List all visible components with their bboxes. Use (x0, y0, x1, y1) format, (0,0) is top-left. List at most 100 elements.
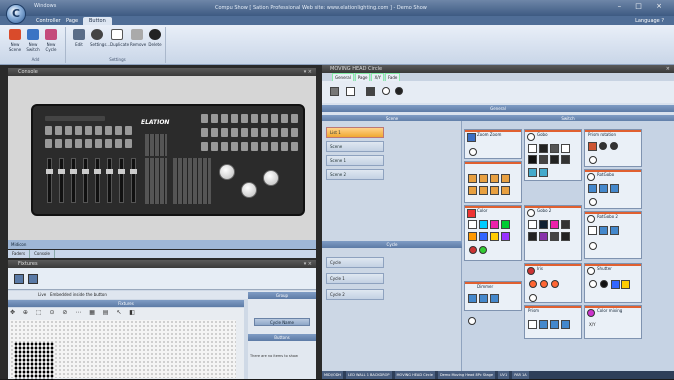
switch-box-zoom[interactable]: Zoom Zoom (464, 129, 522, 159)
toggle-icon[interactable] (529, 294, 537, 302)
close-icon[interactable]: ▾ × (304, 260, 312, 268)
black-circle-icon[interactable] (395, 87, 403, 95)
grid-icon[interactable] (366, 87, 375, 96)
fader[interactable] (70, 158, 77, 203)
scene-item[interactable]: Scene 1 (326, 155, 384, 166)
app-menu-button[interactable]: C (6, 4, 26, 24)
switch-box-rotgobo2[interactable]: RotGobo 2 (584, 211, 642, 259)
console-panel-header: Console ▾ × (8, 68, 316, 76)
knob[interactable] (241, 182, 257, 198)
close-icon[interactable]: × (666, 65, 670, 73)
layout-icon[interactable] (14, 274, 24, 284)
taskbar-item[interactable]: PAR 1A (512, 371, 529, 379)
fixtures-section-label: Fixtures (8, 300, 244, 307)
toggle-icon[interactable] (589, 156, 597, 164)
tab-faders[interactable]: Faders (8, 250, 31, 258)
fader[interactable] (82, 158, 89, 203)
switch-box-color[interactable]: Color (464, 205, 522, 261)
switch-box-effects[interactable] (464, 161, 522, 203)
taskbar-item[interactable]: UV1 (498, 371, 510, 379)
cycle-icon (45, 29, 57, 40)
buttons-section-label: Buttons (248, 334, 316, 341)
fixtures-panel-header: Fixtures ▾ × (8, 260, 316, 268)
language-menu[interactable]: Language ? (635, 18, 664, 24)
moving-head-header: MOVING HEAD Circle × (322, 65, 674, 73)
remove-icon (131, 29, 143, 40)
fader[interactable] (118, 158, 125, 203)
ribbon: New Scene New Switch New Cycle Add Edit … (0, 25, 674, 65)
scene-item[interactable]: Scene (326, 141, 384, 152)
new-scene-button[interactable]: New Scene (8, 29, 22, 52)
toggle-icon[interactable] (469, 148, 477, 156)
switch-box-gobo2[interactable]: Gobo 2 (524, 205, 582, 261)
edit-button[interactable]: Edit (72, 29, 86, 47)
gear-icon (91, 29, 103, 40)
layout-icon[interactable] (330, 87, 339, 96)
delete-button[interactable]: Delete (148, 29, 162, 47)
switch-box-color-mixing[interactable]: Color mixing X/Y (584, 305, 642, 339)
remove-button[interactable]: Remove (130, 29, 146, 47)
knob[interactable] (219, 164, 235, 180)
switch-box-dimmer[interactable]: Dimmer (464, 281, 522, 311)
fixture-tools[interactable]: ✥ ⊕ ⬚ ⊙ ⊘ ⋯ ▦ ▤ ↖ ◧ (10, 309, 138, 317)
cycle-name-field[interactable]: Cycle Name (254, 318, 310, 326)
cycle-item[interactable]: Cycle 2 (326, 289, 384, 300)
device-display (45, 116, 105, 121)
fixture-selection[interactable] (14, 342, 54, 380)
taskbar-item[interactable]: MOVING HEAD Circle (394, 371, 435, 379)
zoom-icon (467, 133, 476, 142)
close-icon[interactable]: ▾ × (304, 68, 312, 76)
title-bar: Windows Compu Show [ Sation Professional… (0, 0, 674, 16)
gobo-icon (587, 215, 595, 223)
toggle-icon[interactable] (589, 198, 597, 206)
taskbar-item[interactable]: Demo Moving Head 8Pc Stage (437, 371, 495, 379)
fixture-grid[interactable] (10, 320, 236, 380)
window-controls[interactable]: – □ × (618, 2, 668, 10)
duplicate-button[interactable]: Duplicate (110, 29, 129, 47)
ribbon-group-new: New Scene New Switch New Cycle Add (6, 27, 66, 63)
settings-button[interactable]: Settings... (90, 29, 110, 47)
fixtures-grid-panel: ✥ ⊕ ⬚ ⊙ ⊘ ⋯ ▦ ▤ ↖ ◧ (8, 308, 244, 380)
switch-box-prism[interactable]: Prism (524, 305, 582, 339)
switch-box-shutter[interactable]: Shutter (584, 263, 642, 303)
button-row (201, 114, 298, 123)
switch-box-prism-rotation[interactable]: Prism rotation (584, 129, 642, 167)
taskbar-item[interactable]: LED WALL 1 BACKDROP (346, 371, 392, 379)
button-row (201, 128, 298, 137)
scene-item[interactable]: Scene 2 (326, 169, 384, 180)
menu-tabs: Controller Page Button Language ? (0, 16, 674, 25)
cycle-item[interactable]: Cycle 1 (326, 273, 384, 284)
toggle-icon[interactable] (589, 242, 597, 250)
tab-page[interactable]: Page (60, 17, 84, 25)
gobo-icon (527, 209, 535, 217)
switch-box-iris[interactable]: Iris (524, 263, 582, 303)
fader[interactable] (46, 158, 53, 203)
scene-item[interactable]: List 1 (326, 127, 384, 138)
switch-box-gobo[interactable]: Gobo (524, 129, 582, 181)
fader[interactable] (130, 158, 137, 203)
duplicate-icon (111, 29, 123, 40)
taskbar-item[interactable]: MIDI/ODH (322, 371, 344, 379)
taskbar: MIDI/ODH LED WALL 1 BACKDROP MOVING HEAD C… (322, 371, 674, 379)
shutter-icon (587, 267, 595, 275)
white-circle-icon[interactable] (382, 87, 390, 95)
search-icon[interactable] (346, 87, 355, 96)
tab-console[interactable]: Console (30, 250, 56, 258)
button-pad (145, 134, 167, 156)
new-switch-button[interactable]: New Switch (26, 29, 40, 52)
gobo-icon (587, 173, 595, 181)
fader[interactable] (58, 158, 65, 203)
edit-icon (73, 29, 85, 40)
knob[interactable] (263, 170, 279, 186)
grid-icon[interactable] (28, 274, 38, 284)
tab-button[interactable]: Button (83, 17, 112, 25)
fader[interactable] (106, 158, 113, 203)
switch-box-rotgobo[interactable]: RotGobo (584, 169, 642, 209)
toggle-icon[interactable] (468, 317, 476, 325)
new-cycle-button[interactable]: New Cycle (44, 29, 58, 52)
switch-icon (27, 29, 39, 40)
fader[interactable] (94, 158, 101, 203)
cycle-item[interactable]: Cycle (326, 257, 384, 268)
ribbon-group-label: Settings (109, 57, 126, 62)
button-pad (145, 158, 167, 204)
